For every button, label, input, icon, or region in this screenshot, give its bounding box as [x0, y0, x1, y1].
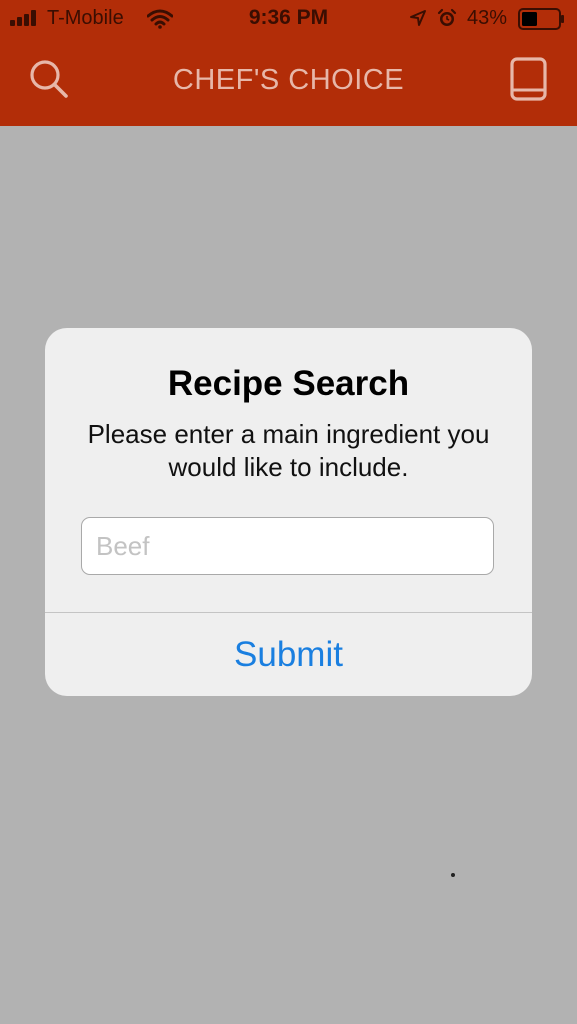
recipe-search-dialog: Recipe Search Please enter a main ingred…	[45, 328, 532, 696]
app-header: T-Mobile 9:36 PM 43% CHEF'S CHOICE	[0, 0, 577, 126]
location-icon	[410, 10, 426, 26]
book-button[interactable]	[508, 56, 550, 102]
battery-percent: 43%	[467, 7, 508, 29]
dialog-message: Please enter a main ingredient you would…	[87, 419, 490, 482]
status-bar: T-Mobile 9:36 PM 43%	[0, 0, 577, 38]
stray-dot	[451, 873, 455, 877]
submit-button[interactable]: Submit	[45, 613, 532, 696]
ingredient-input[interactable]	[81, 517, 494, 575]
battery-icon	[518, 8, 564, 30]
dialog-title: Recipe Search	[167, 364, 410, 403]
alarm-icon	[437, 8, 457, 26]
app-title: CHEF'S CHOICE	[172, 64, 405, 96]
